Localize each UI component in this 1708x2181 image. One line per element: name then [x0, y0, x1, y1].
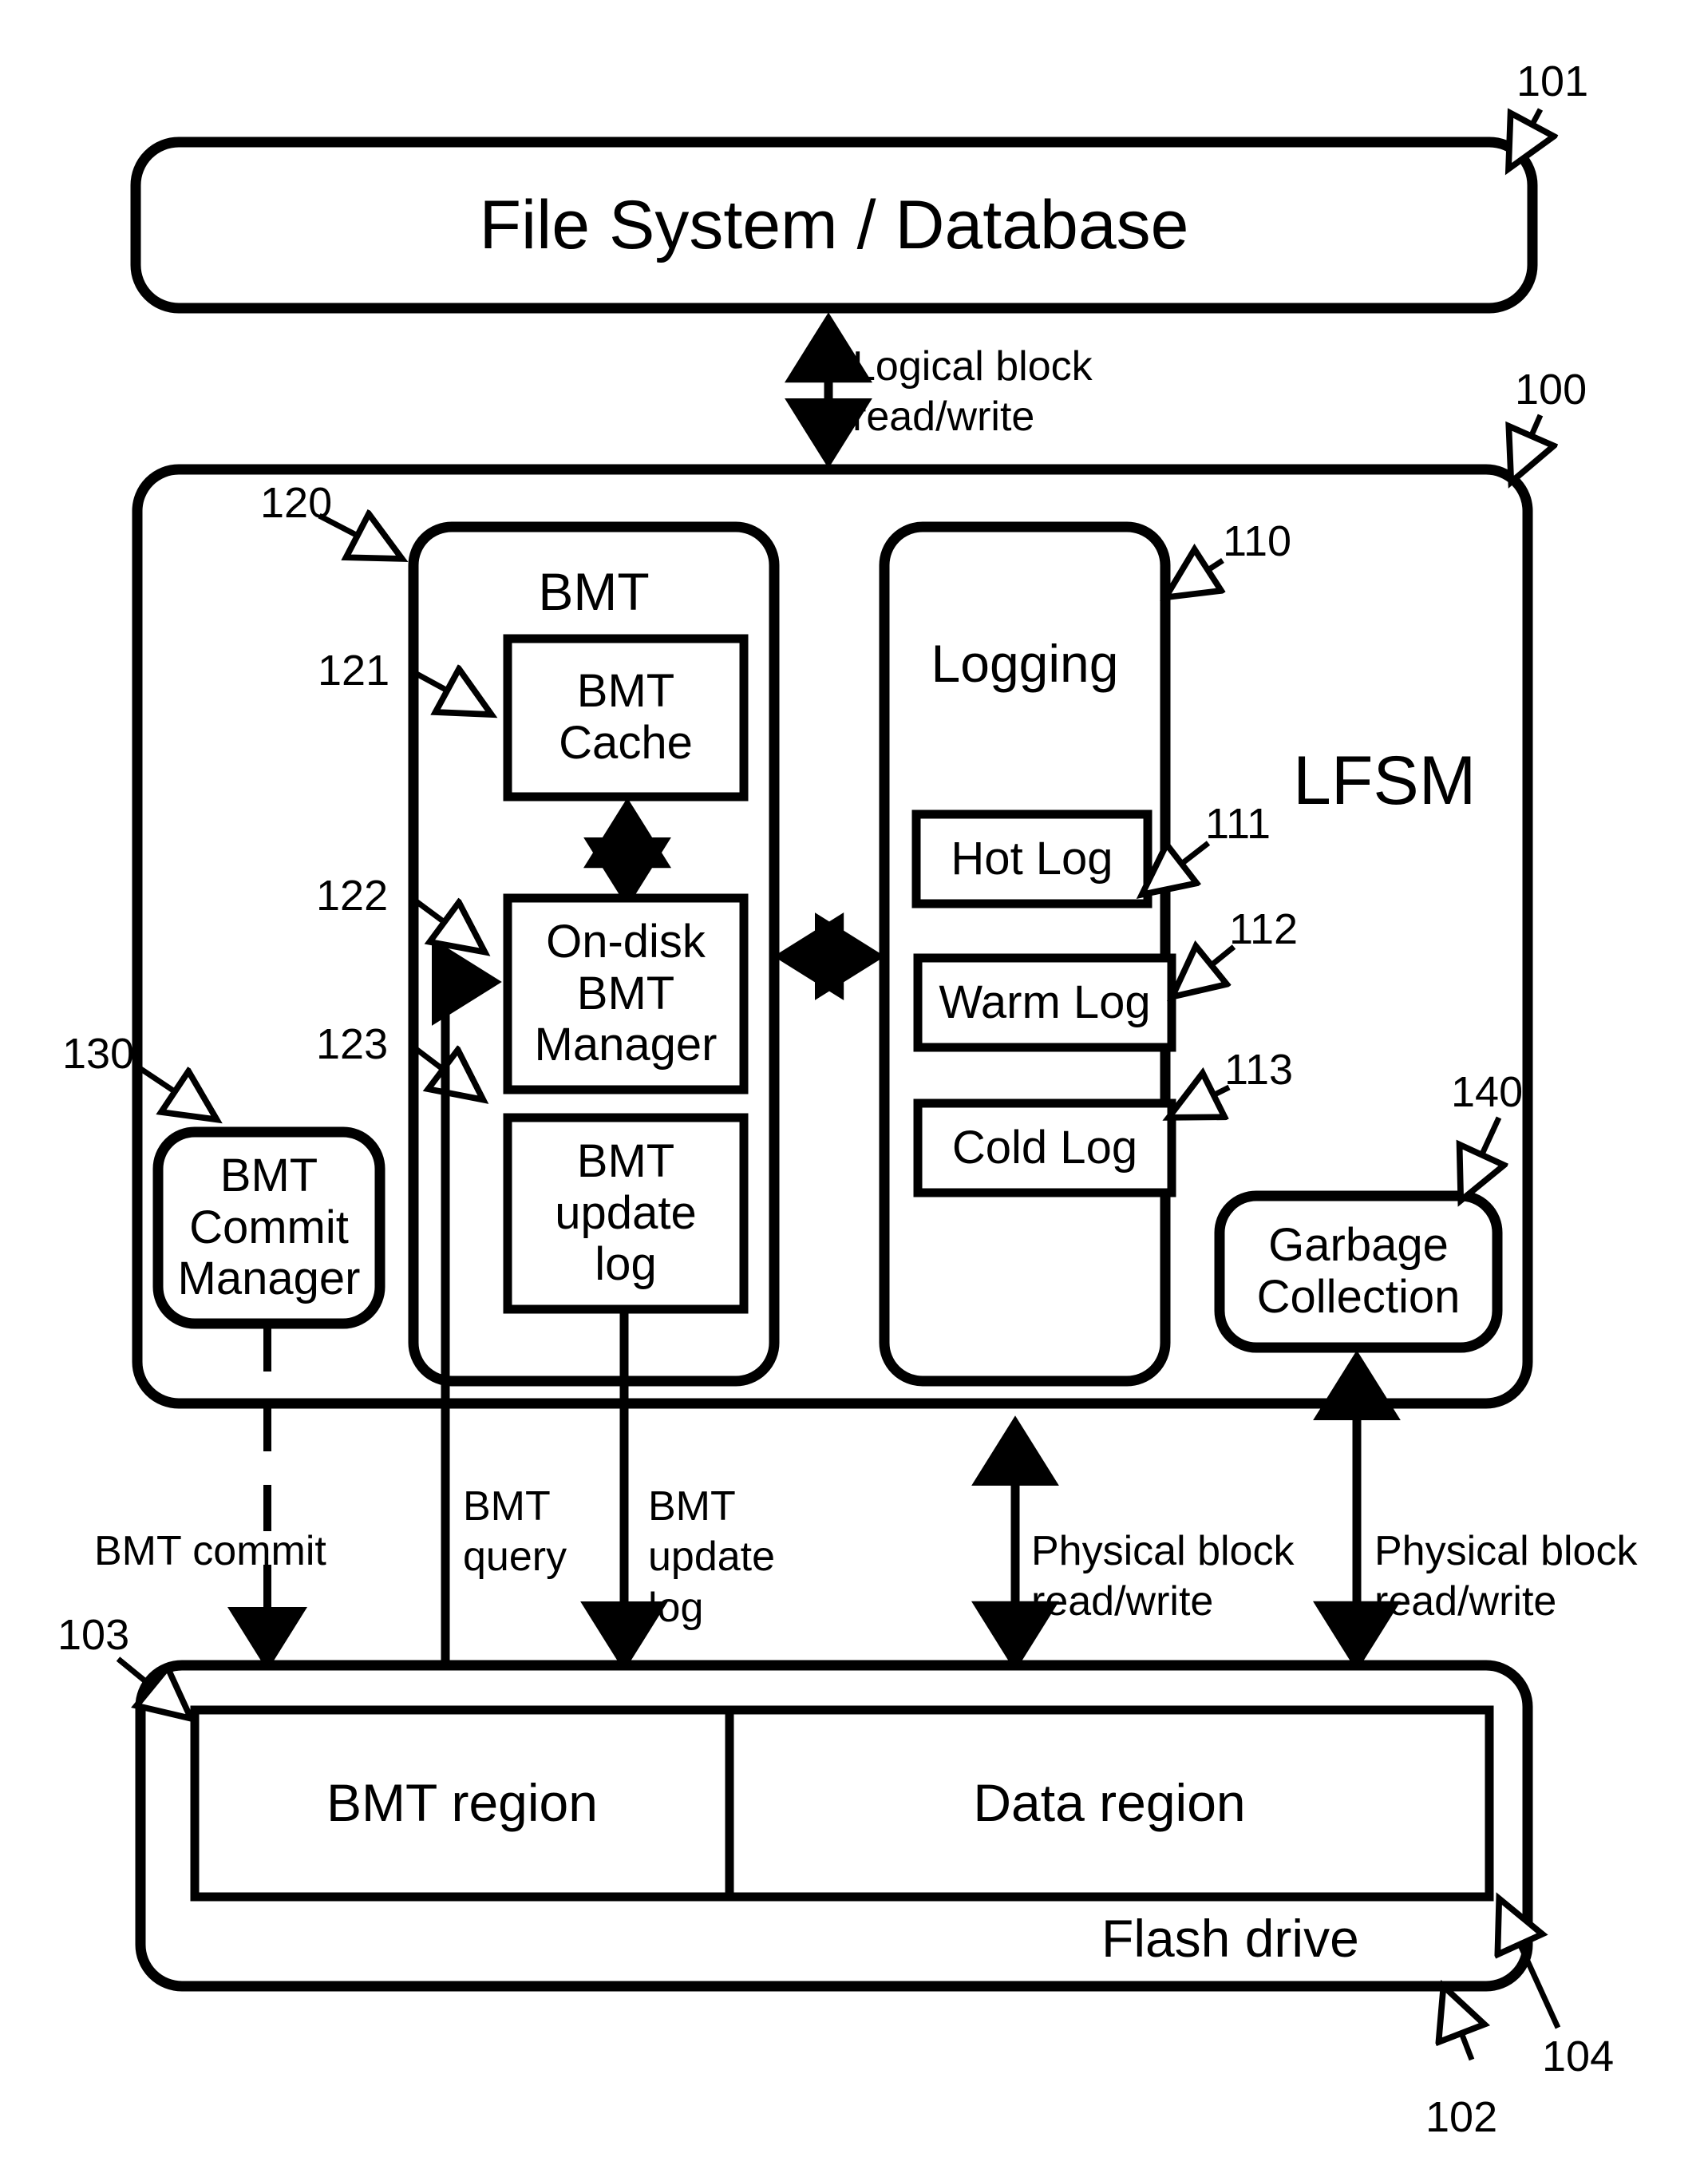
ref-122-number: 122	[316, 872, 389, 920]
bmt-cache-label: BMT Cache	[559, 665, 693, 769]
ref-100-number: 100	[1515, 366, 1587, 414]
hot-log-label: Hot Log	[951, 832, 1113, 885]
ref-104-number: 104	[1542, 2033, 1615, 2080]
bmt-update-log-connector-text: BMT update log	[648, 1483, 776, 1631]
bmt-commit-text: BMT commit	[94, 1528, 326, 1574]
warm-log-label: Warm Log	[939, 976, 1151, 1028]
diagram-canvas: File System / Database 101 Logical block…	[0, 0, 1708, 2181]
ref-120-number: 120	[260, 479, 333, 527]
ref-100-leader	[1512, 414, 1540, 479]
bmt-commit-label: BMT commit	[94, 1526, 429, 1577]
logging-container-label: Logging	[931, 634, 1119, 694]
physical-block-right-label: Physical block read/write	[1374, 1526, 1694, 1628]
physical-block-left-text: Physical block read/write	[1031, 1528, 1295, 1625]
ref-130-number: 130	[62, 1030, 135, 1078]
logical-block-readwrite-label: Logical block read/write	[852, 342, 1172, 443]
logical-block-readwrite-text: Logical block read/write	[852, 343, 1093, 441]
ref-113-number: 113	[1224, 1046, 1294, 1094]
on-disk-bmt-manager-label: On-disk BMT Manager	[534, 915, 718, 1071]
ref-140-number: 140	[1451, 1068, 1524, 1116]
ref-111-number: 111	[1205, 800, 1271, 848]
bmt-query-label: BMT query	[463, 1482, 639, 1583]
physical-block-left-label: Physical block read/write	[1031, 1526, 1350, 1628]
ref-103-number: 103	[57, 1611, 130, 1659]
bmt-container-label: BMT	[538, 562, 650, 622]
ref-121-number: 121	[318, 647, 390, 695]
ref-102-leader	[1445, 1989, 1472, 2061]
file-system-label: File System / Database	[479, 186, 1189, 263]
physical-block-right-text: Physical block read/write	[1374, 1528, 1638, 1625]
flash-drive-label: Flash drive	[1101, 1909, 1359, 1968]
bmt-commit-manager-label: BMT Commit Manager	[177, 1149, 361, 1305]
ref-112-number: 112	[1229, 905, 1299, 953]
cold-log-label: Cold Log	[951, 1121, 1138, 1174]
ref-102-number: 102	[1425, 2093, 1498, 2141]
ref-101-number: 101	[1516, 57, 1589, 105]
bmt-update-log-connector-label: BMT update log	[648, 1482, 856, 1633]
lfsm-label: LFSM	[1293, 742, 1477, 819]
data-region-label: Data region	[973, 1773, 1246, 1833]
bmt-update-log-label: BMT update log	[555, 1134, 697, 1291]
ref-123-number: 123	[316, 1020, 389, 1068]
ref-110-number: 110	[1223, 517, 1292, 565]
bmt-query-text: BMT query	[463, 1483, 567, 1581]
bmt-region-label: BMT region	[326, 1773, 598, 1833]
garbage-collection-label: Garbage Collection	[1256, 1219, 1461, 1323]
